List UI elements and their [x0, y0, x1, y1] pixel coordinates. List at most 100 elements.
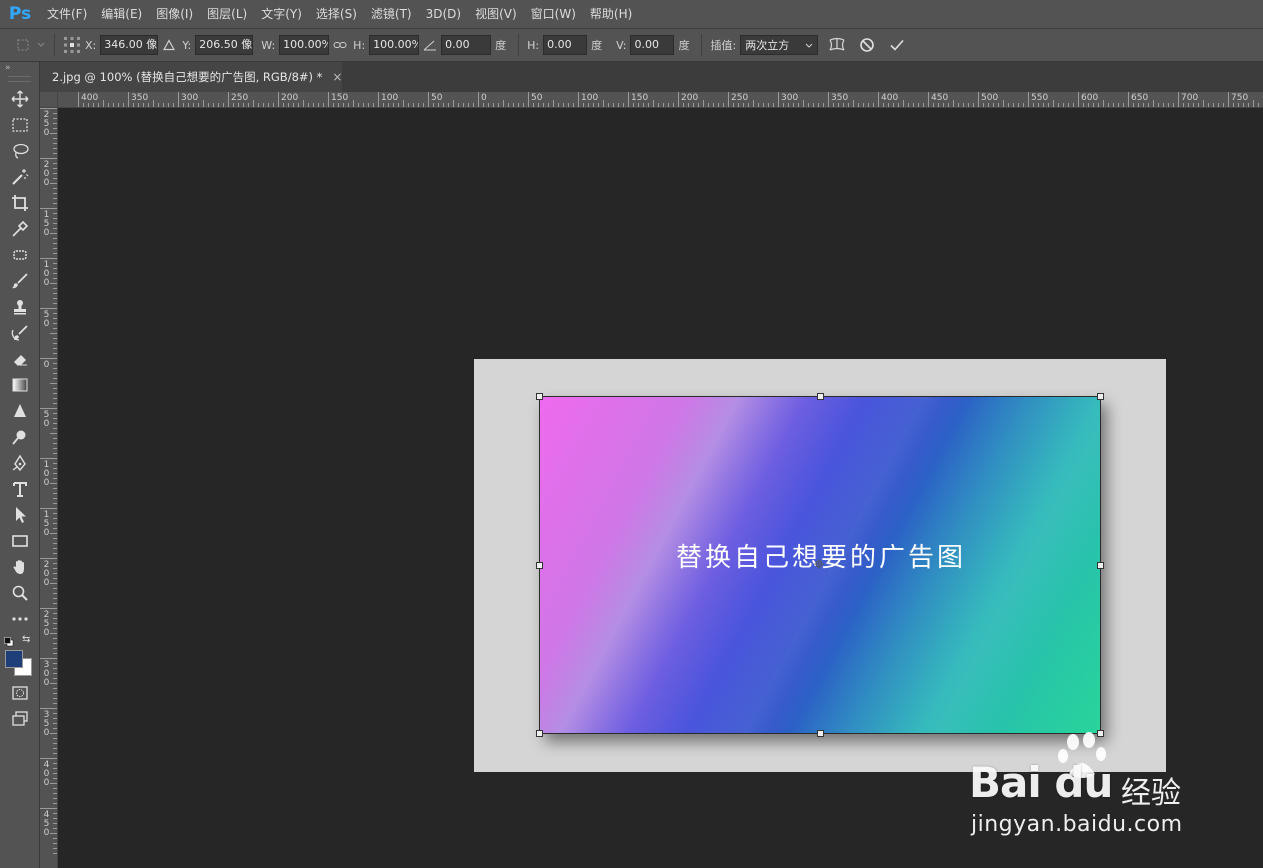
- menu-filter[interactable]: 滤镜(T): [364, 0, 419, 28]
- horizontal-ruler[interactable]: 400 350 300 250 200 150 100 50 0 50 100 150 200 250 30…: [58, 92, 1263, 108]
- document-tab[interactable]: 2.jpg @ 100% (替换自己想要的广告图, RGB/8#) * ×: [40, 62, 342, 92]
- menu-view[interactable]: 视图(V): [468, 0, 524, 28]
- reference-point-crosshair-icon[interactable]: [814, 559, 824, 569]
- history-brush-tool-icon[interactable]: [0, 320, 40, 346]
- menu-window[interactable]: 窗口(W): [524, 0, 583, 28]
- cancel-transform-icon[interactable]: [856, 34, 878, 56]
- transform-handle-bottom[interactable]: [817, 730, 824, 737]
- panel-grip[interactable]: [8, 76, 31, 82]
- ruler-label: 500: [981, 93, 999, 103]
- ruler-minor-tick: [798, 103, 799, 107]
- rotate-field[interactable]: 0.00: [441, 35, 492, 55]
- ruler-label: 50: [531, 93, 543, 103]
- ruler-minor-tick: [53, 543, 57, 544]
- transform-handle-right[interactable]: [1097, 562, 1104, 569]
- blur-tool-icon[interactable]: [0, 398, 40, 424]
- menu-image[interactable]: 图像(I): [149, 0, 200, 28]
- skew-h-field[interactable]: 0.00: [543, 35, 588, 55]
- height-field[interactable]: 100.00%: [369, 35, 420, 55]
- ruler-major-tick: [278, 92, 279, 107]
- type-tool-icon[interactable]: [0, 476, 40, 502]
- ruler-origin[interactable]: [40, 92, 58, 108]
- more-tools-icon[interactable]: [0, 606, 40, 632]
- crop-tool-icon[interactable]: [0, 190, 40, 216]
- ruler-major-tick: [40, 258, 57, 259]
- quick-mask-icon[interactable]: [0, 680, 40, 706]
- transform-handle-top-left[interactable]: [536, 393, 543, 400]
- ruler-minor-tick: [50, 333, 57, 334]
- eraser-tool-icon[interactable]: [0, 346, 40, 372]
- swap-colors-icon[interactable]: ⇆: [22, 634, 30, 645]
- ruler-minor-tick: [1103, 100, 1104, 107]
- menu-layer[interactable]: 图层(L): [200, 0, 254, 28]
- vertical-ruler[interactable]: 250 200 150 100 50 0 50 100 150 200 250 300 350 400 45…: [40, 108, 58, 868]
- menu-select[interactable]: 选择(S): [309, 0, 364, 28]
- ruler-minor-tick: [53, 648, 57, 649]
- ruler-minor-tick: [588, 103, 589, 107]
- ruler-minor-tick: [198, 103, 199, 107]
- transform-handle-bottom-left[interactable]: [536, 730, 543, 737]
- ruler-minor-tick: [1183, 103, 1184, 107]
- foreground-color-swatch[interactable]: [5, 650, 23, 668]
- ruler-minor-tick: [1108, 103, 1109, 107]
- eyedropper-tool-icon[interactable]: [0, 216, 40, 242]
- ruler-minor-tick: [353, 100, 354, 107]
- menu-help[interactable]: 帮助(H): [583, 0, 639, 28]
- delta-icon[interactable]: [158, 34, 180, 56]
- collapse-panel-icon[interactable]: »: [0, 62, 39, 76]
- screen-mode-icon[interactable]: [0, 706, 40, 732]
- transform-handle-top-right[interactable]: [1097, 393, 1104, 400]
- ruler-minor-tick: [513, 103, 514, 107]
- ruler-minor-tick: [53, 123, 57, 124]
- ruler-minor-tick: [193, 103, 194, 107]
- ruler-minor-tick: [53, 838, 57, 839]
- gradient-tool-icon[interactable]: [0, 372, 40, 398]
- ruler-minor-tick: [53, 588, 57, 589]
- ruler-major-tick: [678, 92, 679, 107]
- close-icon[interactable]: ×: [332, 70, 342, 84]
- brush-tool-icon[interactable]: [0, 268, 40, 294]
- skew-v-field[interactable]: 0.00: [630, 35, 675, 55]
- default-colors-icon[interactable]: [4, 636, 14, 647]
- ruler-minor-tick: [693, 103, 694, 107]
- ruler-minor-tick: [53, 273, 57, 274]
- menu-type[interactable]: 文字(Y): [254, 0, 309, 28]
- reference-point-icon[interactable]: [61, 34, 83, 56]
- rectangle-tool-icon[interactable]: [0, 528, 40, 554]
- transform-handle-left[interactable]: [536, 562, 543, 569]
- ruler-minor-tick: [53, 853, 57, 854]
- ruler-minor-tick: [853, 100, 854, 107]
- x-position-field[interactable]: 346.00 像素: [100, 35, 159, 55]
- pen-tool-icon[interactable]: [0, 450, 40, 476]
- menu-3d[interactable]: 3D(D): [419, 0, 468, 28]
- link-icon[interactable]: [329, 34, 351, 56]
- ruler-minor-tick: [53, 143, 57, 144]
- lasso-tool-icon[interactable]: [0, 138, 40, 164]
- ruler-minor-tick: [53, 643, 57, 644]
- ruler-minor-tick: [53, 663, 57, 664]
- ruler-minor-tick: [638, 103, 639, 107]
- transform-handle-top[interactable]: [817, 393, 824, 400]
- y-position-field[interactable]: 206.50 像素: [195, 35, 254, 55]
- move-tool-icon[interactable]: [0, 86, 40, 112]
- ruler-major-tick: [40, 208, 57, 209]
- ruler-label: 400: [881, 93, 899, 103]
- marquee-tool-icon[interactable]: [0, 112, 40, 138]
- magic-wand-tool-icon[interactable]: [0, 164, 40, 190]
- zoom-tool-icon[interactable]: [0, 580, 40, 606]
- warp-icon[interactable]: [826, 34, 848, 56]
- healing-brush-tool-icon[interactable]: [0, 242, 40, 268]
- ruler-minor-tick: [713, 103, 714, 107]
- ruler-minor-tick: [1098, 103, 1099, 107]
- interpolation-select[interactable]: 两次立方: [740, 35, 819, 55]
- transform-tool-preset-icon[interactable]: [14, 34, 48, 56]
- path-selection-tool-icon[interactable]: [0, 502, 40, 528]
- clone-stamp-tool-icon[interactable]: [0, 294, 40, 320]
- ruler-minor-tick: [743, 103, 744, 107]
- menu-file[interactable]: 文件(F): [40, 0, 94, 28]
- dodge-tool-icon[interactable]: [0, 424, 40, 450]
- menu-edit[interactable]: 编辑(E): [94, 0, 149, 28]
- commit-transform-icon[interactable]: [886, 34, 908, 56]
- hand-tool-icon[interactable]: [0, 554, 40, 580]
- width-field[interactable]: 100.00%: [279, 35, 330, 55]
